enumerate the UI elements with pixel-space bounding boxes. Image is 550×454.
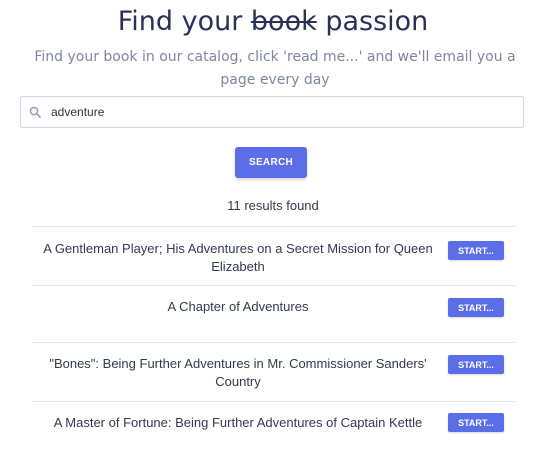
result-title: A Chapter of Adventures [167,299,309,314]
title-prefix: Find your [117,6,243,37]
start-button[interactable]: START... [448,355,504,374]
start-button[interactable]: START... [448,413,504,432]
page-subtitle: Find your book in our catalog, click 're… [34,49,516,88]
result-title: A Master of Fortune: Being Further Adven… [53,415,423,430]
result-title: A Gentleman Player; His Adventures on a … [43,241,433,274]
results-count: 11 results found [227,198,319,213]
search-box[interactable] [20,96,524,128]
list-item: "Bones": Being Further Adventures in Mr.… [32,342,516,401]
page-title: Find your book passion [0,4,546,40]
results-list: A Gentleman Player; His Adventures on a … [32,226,516,446]
list-item: A Master of Fortune: Being Further Adven… [32,401,516,446]
title-strike-word: book [250,6,317,37]
page: Find your book passion Find your book in… [0,0,550,454]
title-suffix: passion [325,6,429,37]
list-item: A Gentleman Player; His Adventures on a … [32,226,516,285]
list-item: A Chapter of Adventures START... [32,285,516,342]
search-button[interactable]: SEARCH [235,147,307,178]
start-button[interactable]: START... [448,241,504,260]
start-button[interactable]: START... [448,298,504,317]
result-title: "Bones": Being Further Adventures in Mr.… [49,356,427,389]
search-input[interactable] [51,101,511,123]
search-icon [29,106,41,118]
